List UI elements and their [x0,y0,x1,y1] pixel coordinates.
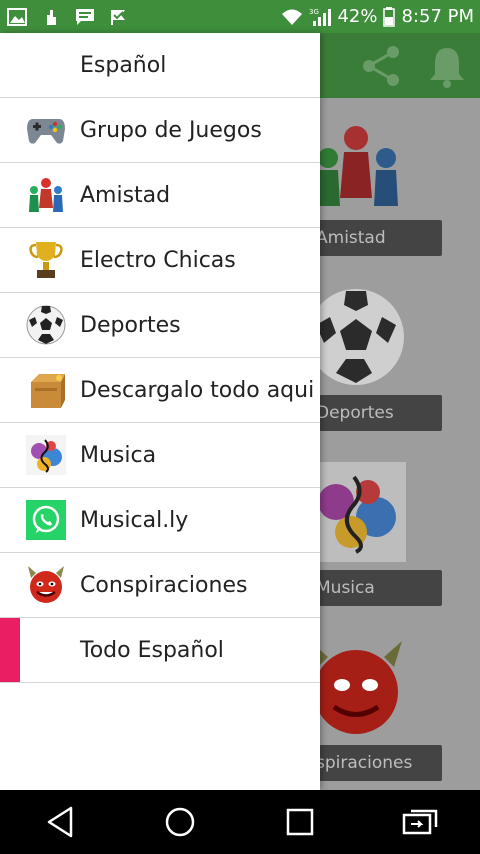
gesture-icon [40,7,62,27]
grid-card-label: Musica [300,570,442,606]
music-icon [24,433,68,477]
switch-icon[interactable] [390,797,450,847]
drawer-item-todo-espanol[interactable]: Todo Español [0,618,320,683]
wifi-icon [281,8,303,26]
drawer-item-musically[interactable]: Musical.ly [0,488,320,553]
status-bar: 3G 42% 8:57 PM [0,0,480,33]
system-nav-bar [0,790,480,854]
drawer-item-label: Musical.ly [80,507,189,533]
drawer-item-label: Amistad [80,182,171,208]
grid-card-label: Amistad [300,220,442,256]
home-icon[interactable] [150,797,210,847]
soccer-ball-icon [308,289,404,385]
drawer-item-electro-chicas[interactable]: Electro Chicas [0,228,320,293]
signal-icon: 3G [309,7,332,27]
drawer-item-label: Musica [80,442,157,468]
drawer-item-label: Todo Español [80,637,224,663]
message-icon [74,7,96,27]
soccer-ball-icon [24,303,68,347]
drawer-item-label: Grupo de Juegos [80,117,262,143]
drawer-item-deportes[interactable]: Deportes [0,293,320,358]
drawer-item-conspiraciones[interactable]: Conspiraciones [0,553,320,618]
grid-card-label: spiraciones [300,745,442,781]
recents-icon[interactable] [270,797,330,847]
navigation-drawer: Español Grupo de Juegos Amistad Electro … [0,33,320,790]
drawer-header[interactable]: Español [0,33,320,98]
devil-icon [310,641,402,734]
share-icon[interactable] [356,41,406,91]
gallery-icon [6,7,28,27]
clock: 8:57 PM [401,6,474,27]
bell-icon[interactable] [422,41,472,91]
drawer-item-label: Descargalo todo aqui [80,377,315,403]
battery-icon [383,6,396,27]
active-marker [0,618,20,682]
box-icon [24,368,68,412]
drawer-item-label: Conspiraciones [80,572,248,598]
gamepad-icon [24,108,68,152]
music-icon [306,462,406,562]
svg-text:3G: 3G [309,8,319,16]
friends-icon [316,126,398,206]
drawer-item-label: Deportes [80,312,181,338]
drawer-item-descargalo[interactable]: Descargalo todo aqui [0,358,320,423]
drawer-item-amistad[interactable]: Amistad [0,163,320,228]
devil-icon [24,563,68,607]
check-flag-icon [108,7,130,27]
drawer-item-label: Electro Chicas [80,247,236,273]
back-icon[interactable] [30,797,90,847]
drawer-item-musica[interactable]: Musica [0,423,320,488]
drawer-header-label: Español [80,52,167,78]
trophy-icon [24,238,68,282]
whatsapp-icon [24,498,68,542]
grid-card-label: Deportes [300,395,442,431]
friends-icon [24,173,68,217]
drawer-item-grupo-de-juegos[interactable]: Grupo de Juegos [0,98,320,163]
battery-percent: 42% [337,6,378,27]
